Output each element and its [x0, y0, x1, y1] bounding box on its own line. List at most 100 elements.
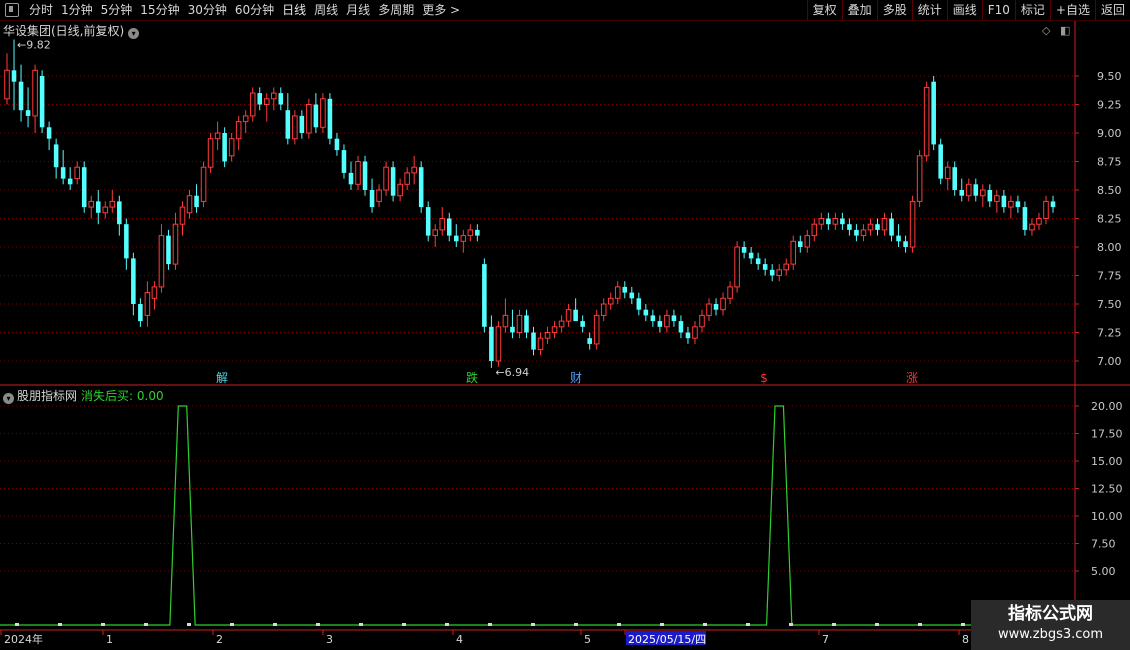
candle-body-down	[489, 326, 494, 361]
candle-body-down	[25, 110, 31, 116]
candle-body-up	[664, 314, 670, 328]
indicator-tick-label: 5.00	[1091, 565, 1116, 578]
candle-body-down	[67, 178, 73, 185]
toolbar-action-7[interactable]: +自选	[1049, 0, 1095, 20]
candle-body-up	[600, 303, 607, 316]
candle-body-up	[102, 206, 109, 214]
candle-body-down	[973, 184, 979, 196]
candle-body-down	[390, 167, 396, 196]
candle-body-up	[439, 218, 446, 231]
candle-body-down	[257, 93, 263, 105]
period-tab-4[interactable]: 30分钟	[184, 0, 231, 20]
chart-canvas[interactable]: 9.50 9.25 9.00 8.75 8.50 8.25 8.00 7.75 7.50 7.25…	[0, 21, 1130, 650]
watermark-badge: 指标公式网 www.zbgs3.com	[971, 600, 1130, 650]
candle-body-down	[194, 195, 199, 208]
candle-body-down	[348, 172, 354, 185]
toolbar-action-3[interactable]: 统计	[911, 0, 947, 20]
date-label-3: 3	[326, 633, 333, 646]
period-tab-2[interactable]: 5分钟	[97, 0, 137, 20]
period-tab-10[interactable]: 更多 >	[418, 0, 464, 20]
toolbar-action-2[interactable]: 多股	[876, 0, 912, 20]
candle-body-up	[242, 115, 249, 123]
candle-body-up	[811, 223, 818, 237]
candle-body-up	[614, 286, 621, 299]
candle-body-up	[558, 320, 565, 328]
candle-body-down	[166, 235, 171, 265]
candle-body-down	[81, 167, 87, 208]
price-tick-label: 7.75	[1097, 270, 1122, 283]
candle-body-down	[531, 332, 536, 350]
baseline-dot	[402, 623, 406, 626]
toolbar-action-6[interactable]: 标记	[1014, 0, 1050, 20]
event-marker-4: 涨	[906, 370, 918, 385]
period-tab-5[interactable]: 60分钟	[231, 0, 278, 20]
price-tick-label: 8.75	[1097, 156, 1122, 169]
candle-body-down	[446, 218, 452, 236]
candle-body-down	[762, 264, 768, 270]
candle-body-down	[797, 241, 803, 247]
low-price-label: ←6.94	[495, 366, 529, 379]
candle-body-up	[727, 286, 733, 299]
event-marker-2: 财	[570, 371, 582, 385]
indicator-tick-label: 10.00	[1091, 510, 1123, 523]
baseline-dot	[703, 623, 707, 626]
candle-body-up	[214, 132, 221, 140]
candle-body-up	[783, 263, 790, 271]
candle-body-down	[657, 321, 663, 327]
candle-body-down	[889, 218, 894, 236]
candle-body-down	[931, 81, 936, 145]
period-toolbar: 分时 1分钟 5分钟 15分钟 30分钟 60分钟 日线 周线 月线 多周期 更多 > 复权 叠加 多股…	[0, 0, 1130, 21]
period-tab-7[interactable]: 周线	[310, 0, 342, 20]
candle-body-down	[418, 167, 424, 208]
price-tick-label: 9.50	[1097, 70, 1122, 83]
candle-body-up	[1008, 200, 1014, 208]
candle-body-up	[692, 326, 698, 339]
candle-body-down	[482, 264, 487, 327]
period-tab-3[interactable]: 15分钟	[136, 0, 183, 20]
candle-body-down	[826, 218, 831, 225]
period-tab-0[interactable]: 分时	[25, 0, 57, 20]
candle-body-down	[425, 207, 431, 236]
baseline-dot	[918, 623, 922, 626]
period-tab-8[interactable]: 月线	[342, 0, 374, 20]
toolbar-action-5[interactable]: F10	[981, 0, 1015, 20]
candle-body-up	[249, 92, 256, 117]
candle-body-down	[60, 167, 66, 179]
baseline-dot	[101, 623, 105, 626]
candle-body-down	[18, 81, 24, 111]
toolbar-action-1[interactable]: 叠加	[841, 0, 877, 20]
toolbar-action-8[interactable]: 返回	[1094, 0, 1130, 20]
candle-body-down	[629, 292, 635, 299]
baseline-dot	[746, 623, 750, 626]
candle-body-down	[53, 144, 59, 168]
candle-body-down	[1015, 201, 1021, 208]
candle-body-down	[117, 201, 122, 225]
candle-body-up	[74, 166, 80, 180]
period-tab-1[interactable]: 1分钟	[57, 0, 97, 20]
candle-body-down	[755, 258, 761, 265]
baseline-dot	[961, 623, 965, 626]
date-label-2: 2	[216, 633, 223, 646]
toolbar-right: 复权 叠加 多股 统计 画线 F10 标记 +自选 返回	[806, 0, 1130, 20]
candle-body-up	[537, 337, 544, 351]
candle-body-up	[207, 138, 214, 168]
candle-body-down	[903, 241, 908, 247]
period-tab-9[interactable]: 多周期	[374, 0, 418, 20]
date-label-0: 2024年	[4, 632, 43, 646]
period-tab-6[interactable]: 日线	[278, 0, 310, 20]
window-toggle-icon[interactable]	[5, 3, 19, 17]
candle-body-down	[840, 218, 845, 225]
candle-body-down	[741, 247, 747, 253]
candle-body-up	[495, 326, 502, 362]
candle-body-down	[573, 309, 578, 322]
candle-body-up	[790, 240, 797, 265]
candle-body-up	[1043, 200, 1049, 219]
candle-body-up	[109, 200, 116, 208]
candle-body-up	[383, 166, 389, 191]
candle-body-down	[896, 235, 901, 242]
toolbar-action-4[interactable]: 画线	[946, 0, 982, 20]
candle-body-down	[39, 76, 45, 128]
toolbar-action-0[interactable]: 复权	[806, 0, 842, 20]
baseline-dot	[445, 623, 449, 626]
candle-body-up	[411, 166, 417, 174]
